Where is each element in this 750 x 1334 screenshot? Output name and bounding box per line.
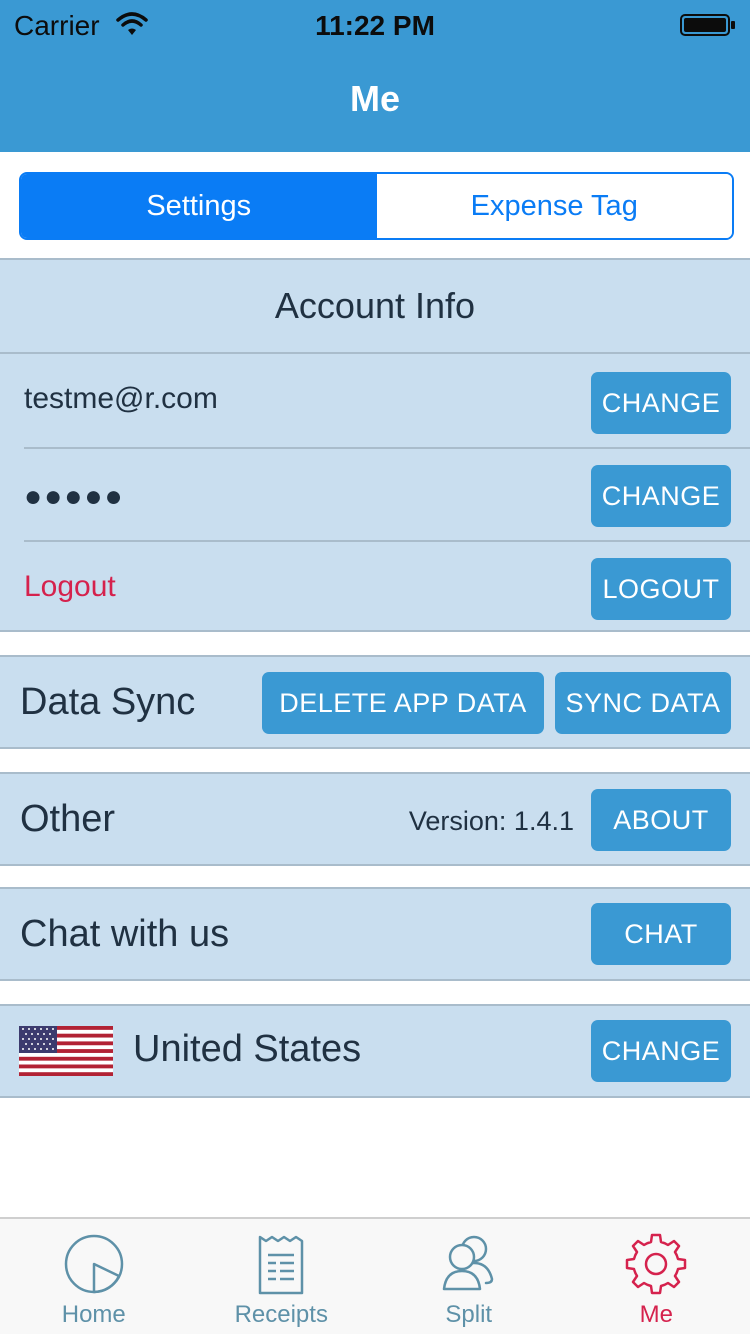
change-password-button[interactable]: CHANGE xyxy=(591,465,731,527)
data-sync-title: Data Sync xyxy=(20,681,196,723)
status-time: 11:22 PM xyxy=(315,10,435,41)
version-label: Version: 1.4.1 xyxy=(408,806,574,836)
tab-label-receipts: Receipts xyxy=(234,1301,328,1328)
tab-label-home: Home xyxy=(61,1301,126,1328)
password-value: ●●●●● xyxy=(24,480,125,513)
logout-text: Logout xyxy=(24,570,116,603)
us-flag-icon xyxy=(19,1026,113,1076)
country-name: United States xyxy=(133,1028,362,1070)
chat-button[interactable]: CHAT xyxy=(591,903,731,965)
segment-settings[interactable]: Settings xyxy=(21,174,377,238)
account-info-section: Account Info testme@r.com CHANGE ●●●●● C… xyxy=(0,258,750,632)
account-info-title: Account Info xyxy=(0,260,750,354)
receipt-icon xyxy=(259,1235,304,1295)
navigation-header: Carrier 11:22 PM Me xyxy=(0,0,750,152)
tab-bar: Home Receipts Split Me xyxy=(0,1217,750,1334)
status-bar: Carrier 11:22 PM xyxy=(0,0,750,52)
tab-me[interactable]: Me xyxy=(563,1219,750,1334)
chat-section: Chat with us CHAT xyxy=(0,887,750,981)
users-icon xyxy=(442,1235,494,1291)
sync-data-button[interactable]: SYNC DATA xyxy=(555,672,731,734)
segment-expense-tag[interactable]: Expense Tag xyxy=(376,174,732,238)
gear-icon xyxy=(626,1233,687,1295)
segmented-control: Settings Expense Tag xyxy=(19,172,734,240)
country-section: United States CHANGE xyxy=(0,1004,750,1098)
other-title: Other xyxy=(20,798,116,840)
chat-title: Chat with us xyxy=(20,913,230,955)
tab-home[interactable]: Home xyxy=(0,1219,188,1334)
change-email-button[interactable]: CHANGE xyxy=(591,372,731,434)
divider xyxy=(24,540,750,542)
delete-app-data-button[interactable]: DELETE APP DATA xyxy=(262,672,544,734)
tab-label-split: Split xyxy=(445,1301,493,1328)
change-country-button[interactable]: CHANGE xyxy=(591,1020,731,1082)
battery-icon xyxy=(680,14,735,36)
tab-split[interactable]: Split xyxy=(375,1219,563,1334)
logout-button[interactable]: LOGOUT xyxy=(591,558,731,620)
tab-label-me: Me xyxy=(639,1301,673,1328)
other-section: Other Version: 1.4.1 ABOUT xyxy=(0,772,750,866)
about-button[interactable]: ABOUT xyxy=(591,789,731,851)
home-pie-icon xyxy=(64,1234,123,1294)
data-sync-section: Data Sync DELETE APP DATA SYNC DATA xyxy=(0,655,750,749)
email-value: testme@r.com xyxy=(24,382,218,415)
page-title: Me xyxy=(349,78,400,119)
divider xyxy=(24,447,750,449)
tab-receipts[interactable]: Receipts xyxy=(188,1219,376,1334)
